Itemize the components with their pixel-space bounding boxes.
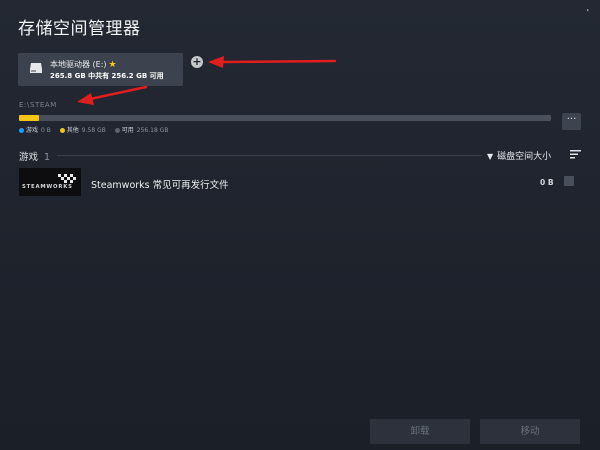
games-count: 1 [44,152,51,163]
steamworks-logo-graphic [58,174,76,183]
annotation-arrow-bottom [77,85,148,105]
legend-label: 其他 [66,127,79,134]
legend-item-games: 游戏 0 B [19,127,51,134]
sort-order-icon[interactable] [570,150,581,159]
legend-value: 9.58 GB [81,127,106,134]
more-options-button[interactable]: ··· [562,113,581,130]
sort-label: 磁盘空间大小 [497,152,552,162]
window-title: 存储空间管理器 [18,19,141,39]
drive-name: 本地驱动器 (E:) ★ [50,59,117,70]
legend-item-free: 可用 256.18 GB [114,127,169,134]
storage-path: E:\STEAM [19,101,57,109]
game-thumbnail: STEAMWORKS [19,168,81,196]
drive-name-label: 本地驱动器 (E:) [50,60,107,69]
hard-drive-icon [30,63,42,73]
game-size: 0 B [540,178,554,187]
legend-label: 可用 [121,127,134,134]
uninstall-button[interactable]: 卸载 [370,419,470,444]
drive-selector[interactable]: 本地驱动器 (E:) ★ 265.8 GB 中共有 256.2 GB 可用 [18,53,183,86]
legend-dot-other [59,128,65,133]
add-drive-button[interactable]: + [191,56,203,68]
storage-manager-window: 存储空间管理器 ⋅ 本地驱动器 (E:) ★ 265.8 GB 中共有 256.2… [0,0,600,450]
games-label: 游戏 [19,152,39,163]
sort-dropdown[interactable]: ▼ 磁盘空间大小 [487,149,551,162]
game-row[interactable]: STEAMWORKS Steamworks 常见可再发行文件 0 B [19,168,581,196]
storage-usage-bar [19,115,551,121]
legend-label: 游戏 [26,127,39,134]
storage-used-fill [19,115,39,121]
section-divider [57,155,482,156]
legend-item-other: 其他 9.58 GB [59,127,106,134]
legend-value: 0 B [41,127,51,134]
game-thumbnail-text: STEAMWORKS [22,184,73,190]
legend-dot-games [19,128,24,133]
dropdown-arrow-icon: ▼ [487,152,494,161]
close-icon[interactable]: ⋅ [586,3,590,19]
legend-dot-free [114,128,120,133]
drive-space-text: 265.8 GB 中共有 256.2 GB 可用 [50,72,164,80]
storage-legend: 游戏 0 B 其他 9.58 GB 可用 256.18 GB [19,125,175,134]
game-select-checkbox[interactable] [564,176,574,186]
annotation-arrow-top [208,56,337,68]
move-button[interactable]: 移动 [480,419,580,444]
game-name: Steamworks 常见可再发行文件 [91,180,229,191]
games-section-label: 游戏 1 [19,149,50,163]
star-icon: ★ [108,60,117,70]
legend-value: 256.18 GB [136,127,169,134]
